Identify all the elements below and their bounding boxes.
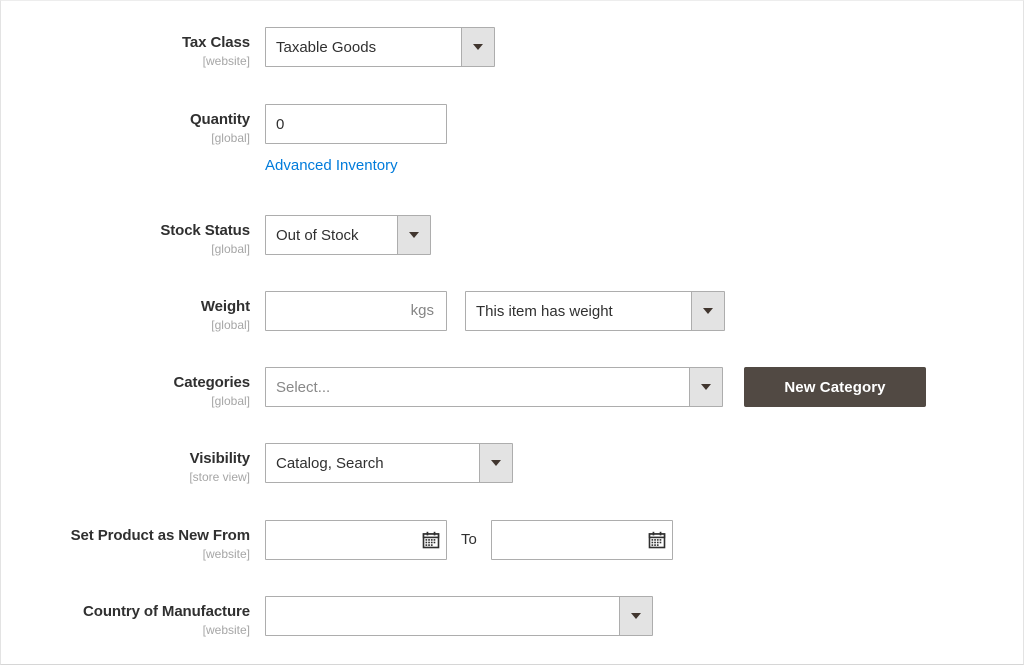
calendar-icon[interactable] — [642, 521, 672, 559]
field-control-tax-class: Taxable Goods — [265, 23, 495, 67]
label-scope: [global] — [1, 393, 250, 409]
chevron-down-icon[interactable] — [461, 28, 494, 66]
field-set-product-as-new: Set Product as New From [website] — [1, 516, 1023, 562]
label-text: Set Product as New From — [1, 527, 250, 545]
quantity-sublink-wrap: Advanced Inventory — [265, 156, 398, 176]
country-of-manufacture-select-value — [266, 597, 619, 635]
tax-class-select-value: Taxable Goods — [266, 28, 461, 66]
label-scope: [website] — [1, 546, 250, 562]
visibility-select[interactable]: Catalog, Search — [265, 443, 513, 483]
label-scope: [website] — [1, 622, 250, 638]
categories-select-value: Select... — [266, 368, 689, 406]
field-label-categories: Categories [global] — [1, 363, 265, 409]
label-scope: [global] — [1, 130, 250, 146]
field-label-set-product-as-new: Set Product as New From [website] — [1, 516, 265, 562]
field-control-country-of-manufacture — [265, 592, 653, 636]
label-text: Country of Manufacture — [1, 603, 250, 621]
visibility-select-value: Catalog, Search — [266, 444, 479, 482]
field-label-tax-class: Tax Class [website] — [1, 23, 265, 69]
label-scope: [store view] — [1, 469, 250, 485]
label-text: Visibility — [1, 450, 250, 468]
country-of-manufacture-select[interactable] — [265, 596, 653, 636]
chevron-down-icon[interactable] — [479, 444, 512, 482]
date-range-to-label: To — [461, 520, 477, 560]
chevron-down-icon[interactable] — [397, 216, 430, 254]
field-control-stock-status: Out of Stock — [265, 211, 431, 255]
chevron-down-icon[interactable] — [689, 368, 722, 406]
label-text: Categories — [1, 374, 250, 392]
categories-select[interactable]: Select... — [265, 367, 723, 407]
field-control-visibility: Catalog, Search — [265, 439, 513, 483]
advanced-inventory-link[interactable]: Advanced Inventory — [265, 156, 398, 176]
field-categories: Categories [global] Select... New Catego… — [1, 363, 1023, 409]
label-text: Stock Status — [1, 222, 250, 240]
calendar-icon[interactable] — [416, 521, 446, 559]
product-form-page: Tax Class [website] Taxable Goods Quanti… — [0, 0, 1024, 665]
new-to-date-group — [491, 520, 673, 560]
label-scope: [global] — [1, 317, 250, 333]
label-text: Tax Class — [1, 34, 250, 52]
field-control-quantity: Advanced Inventory — [265, 100, 447, 176]
quantity-input[interactable] — [265, 104, 447, 144]
field-stock-status: Stock Status [global] Out of Stock — [1, 211, 1023, 257]
field-label-visibility: Visibility [store view] — [1, 439, 265, 485]
new-from-date-group — [265, 520, 447, 560]
tax-class-select[interactable]: Taxable Goods — [265, 27, 495, 67]
weight-type-select-value: This item has weight — [466, 292, 691, 330]
chevron-down-icon[interactable] — [619, 597, 652, 635]
new-category-button[interactable]: New Category — [744, 367, 926, 407]
weight-unit-label: kgs — [411, 292, 446, 330]
label-scope: [website] — [1, 53, 250, 69]
field-control-set-product-as-new: To — [265, 516, 673, 560]
field-visibility: Visibility [store view] Catalog, Search — [1, 439, 1023, 485]
field-quantity: Quantity [global] Advanced Inventory — [1, 100, 1023, 176]
chevron-down-icon[interactable] — [691, 292, 724, 330]
weight-input-group: kgs — [265, 291, 447, 331]
field-label-quantity: Quantity [global] — [1, 100, 265, 146]
field-weight: Weight [global] kgs This item has weight — [1, 287, 1023, 333]
weight-input[interactable] — [266, 292, 411, 330]
label-text: Quantity — [1, 111, 250, 129]
field-country-of-manufacture: Country of Manufacture [website] — [1, 592, 1023, 638]
field-control-categories: Select... New Category — [265, 363, 926, 407]
stock-status-select[interactable]: Out of Stock — [265, 215, 431, 255]
field-control-weight: kgs This item has weight — [265, 287, 725, 331]
label-text: Weight — [1, 298, 250, 316]
field-label-weight: Weight [global] — [1, 287, 265, 333]
label-scope: [global] — [1, 241, 250, 257]
weight-type-select[interactable]: This item has weight — [465, 291, 725, 331]
field-tax-class: Tax Class [website] Taxable Goods — [1, 23, 1023, 69]
new-to-date-input[interactable] — [492, 521, 642, 559]
field-label-stock-status: Stock Status [global] — [1, 211, 265, 257]
stock-status-select-value: Out of Stock — [266, 216, 397, 254]
field-label-country-of-manufacture: Country of Manufacture [website] — [1, 592, 265, 638]
new-from-date-input[interactable] — [266, 521, 416, 559]
